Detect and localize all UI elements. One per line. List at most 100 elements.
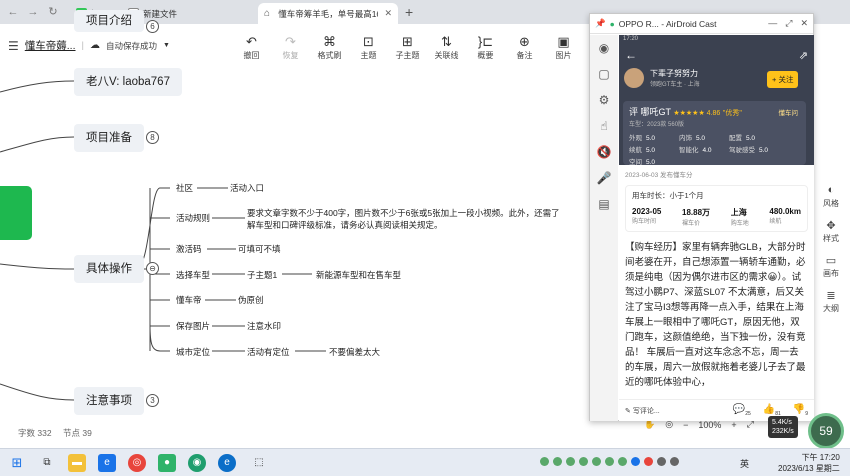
tray-icon[interactable] bbox=[566, 457, 575, 466]
account-icon[interactable]: ◉ bbox=[590, 35, 618, 61]
usage-item: 2023-05 购车时间 bbox=[632, 207, 661, 227]
close-icon[interactable]: ✕ bbox=[800, 18, 808, 29]
mindmap-canvas[interactable]: 项目介绍 6 老八V: laoba767 项目准备 8 具体操作 ⊖ 注意事项 … bbox=[0, 10, 590, 448]
leaf-optional[interactable]: 可填可不填 bbox=[238, 243, 281, 255]
network-icon[interactable] bbox=[670, 457, 679, 466]
mute-icon[interactable]: 🔇 bbox=[590, 139, 618, 165]
capture-icon[interactable]: ⬚ bbox=[250, 454, 268, 472]
score-label: 驾驶感受 bbox=[729, 147, 755, 154]
leaf-watermark[interactable]: 注意水印 bbox=[247, 320, 281, 332]
leaf-subtopic[interactable]: 子主题1 bbox=[247, 269, 277, 281]
cast-sidebar: ◉ ▢ ⚙ ☝ 🔇 🎤 ▤ bbox=[590, 35, 618, 421]
branch-activation-code[interactable]: 激活码 bbox=[176, 243, 202, 255]
airdroid-app-icon[interactable]: ◉ bbox=[188, 454, 206, 472]
review-sub: 车型：2023款 560版 bbox=[629, 122, 685, 128]
leaf-pseudo-original[interactable]: 伪原创 bbox=[238, 294, 264, 306]
task-view-icon[interactable]: ⧉ bbox=[38, 454, 56, 472]
score-value: 5.0 bbox=[759, 147, 769, 154]
touch-icon[interactable]: ☝ bbox=[590, 113, 618, 139]
usage-value: 18.88万 bbox=[682, 208, 711, 217]
tray-icon[interactable] bbox=[540, 457, 549, 466]
phone-screen[interactable]: 17:20 ← ⇗ 下辈子努努力 领跑GT车主 · 上海 + 关注 懂车问 评 哪… bbox=[619, 35, 814, 421]
edge-dev-icon[interactable]: e bbox=[218, 454, 236, 472]
branch-city-location[interactable]: 城市定位 bbox=[176, 346, 210, 358]
style-button[interactable]: ◐ 风格 bbox=[812, 184, 850, 209]
count-badge[interactable]: 8 bbox=[146, 131, 159, 144]
follow-button[interactable]: + 关注 bbox=[767, 71, 799, 88]
back-icon[interactable]: ← bbox=[6, 5, 20, 19]
mic-off-icon[interactable]: 🎤 bbox=[590, 165, 618, 191]
settings-icon[interactable]: ⚙ bbox=[590, 87, 618, 113]
usage-value: 2023-05 bbox=[632, 207, 662, 216]
pin-icon[interactable]: 📌 bbox=[595, 18, 606, 29]
outline-icon: ≣ bbox=[826, 290, 836, 302]
leaf-no-deviation[interactable]: 不要偏差太大 bbox=[329, 346, 380, 358]
document-icon[interactable]: ▤ bbox=[590, 191, 618, 217]
style-icon: ◐ bbox=[827, 184, 835, 196]
collapse-badge[interactable]: ⊖ bbox=[146, 262, 159, 275]
close-tab-icon[interactable]: ✕ bbox=[384, 8, 392, 19]
clock-date: 2023/6/13 星期二 bbox=[778, 464, 840, 473]
fullscreen-icon[interactable]: ⤢ bbox=[785, 18, 792, 29]
right-panel: ◐ 风格 ✥ 样式 ▭ 画布 ≣ 大纲 bbox=[812, 184, 850, 324]
performance-gauge[interactable]: 59 bbox=[808, 413, 844, 449]
clock[interactable]: 下午 17:20 2023/6/13 星期二 bbox=[778, 452, 840, 474]
forward-icon[interactable]: → bbox=[26, 5, 40, 19]
system-tray bbox=[540, 457, 679, 466]
branch-dongchedi[interactable]: 懂车帝 bbox=[176, 294, 202, 306]
usage-item: 480.0km 续航 bbox=[769, 207, 801, 227]
canvas-button[interactable]: ▭ 画布 bbox=[812, 254, 850, 279]
edge-icon[interactable]: e bbox=[98, 454, 116, 472]
tray-icon[interactable] bbox=[579, 457, 588, 466]
leaf-rules-text[interactable]: 要求文章字数不少于400字，图片数不少于6张或5张加上一段小视频。此外，还需了解… bbox=[247, 207, 567, 231]
leaf-activity-entry[interactable]: 活动入口 bbox=[230, 182, 264, 194]
topic-contact[interactable]: 老八V: laoba767 bbox=[74, 68, 182, 96]
usage-title: 用车时长：小于1个月 bbox=[632, 191, 704, 200]
share-icon[interactable]: ⇗ bbox=[799, 49, 808, 62]
topic-preparation[interactable]: 项目准备 bbox=[74, 124, 144, 152]
reload-icon[interactable]: ↻ bbox=[46, 5, 60, 19]
score-value: 5.0 bbox=[646, 147, 656, 154]
topic-operations[interactable]: 具体操作 bbox=[74, 255, 144, 283]
author-profile[interactable]: 下辈子努努力 领跑GT车主 · 上海 bbox=[624, 68, 700, 88]
new-tab-icon[interactable]: + bbox=[405, 4, 413, 20]
branch-save-images[interactable]: 保存图片 bbox=[176, 320, 210, 332]
topic-project-intro[interactable]: 项目介绍 bbox=[74, 10, 144, 32]
tray-icon[interactable] bbox=[631, 457, 640, 466]
format-button[interactable]: ✥ 样式 bbox=[812, 219, 850, 244]
windows-start-icon[interactable]: ⊞ bbox=[8, 454, 26, 472]
tray-icon[interactable] bbox=[644, 457, 653, 466]
file-explorer-icon[interactable]: ▬ bbox=[68, 454, 86, 472]
branch-community[interactable]: 社区 bbox=[176, 182, 193, 194]
outline-button[interactable]: ≣ 大纲 bbox=[812, 289, 850, 314]
zhixi-app-icon[interactable]: ● bbox=[158, 454, 176, 472]
volume-icon[interactable] bbox=[657, 457, 666, 466]
chrome-icon[interactable]: ◎ bbox=[128, 454, 146, 472]
comment-input[interactable]: 写评论... bbox=[633, 406, 660, 416]
tray-icon[interactable] bbox=[618, 457, 627, 466]
leaf-activity-location[interactable]: 活动有定位 bbox=[247, 346, 290, 358]
minimize-icon[interactable]: — bbox=[768, 18, 777, 29]
input-method[interactable]: 英 bbox=[740, 457, 749, 470]
topic-notes[interactable]: 注意事项 bbox=[74, 387, 144, 415]
node-count: 节点 39 bbox=[63, 428, 92, 438]
comment-icon[interactable]: 💬25 bbox=[733, 404, 751, 417]
back-arrow-icon[interactable]: ← bbox=[625, 48, 637, 62]
score-value: 5.0 bbox=[746, 135, 756, 142]
branch-choose-model[interactable]: 选择车型 bbox=[176, 269, 210, 281]
screen-icon[interactable]: ▢ bbox=[590, 61, 618, 87]
tray-icon[interactable] bbox=[592, 457, 601, 466]
tab-active-doc[interactable]: ⌂ 懂车帝筹羊毛，单号最高165+ ✕ bbox=[258, 3, 398, 24]
branch-activity-rules[interactable]: 活动规则 bbox=[176, 212, 210, 224]
count-badge[interactable]: 3 bbox=[146, 394, 159, 407]
zoom-in-icon[interactable]: + bbox=[731, 420, 736, 430]
leaf-new-energy[interactable]: 新能源车型和在售车型 bbox=[316, 269, 401, 281]
score-label: 智能化 bbox=[679, 147, 699, 154]
tray-icon[interactable] bbox=[605, 457, 614, 466]
zoom-out-icon[interactable]: − bbox=[683, 420, 688, 430]
count-badge[interactable]: 6 bbox=[146, 20, 159, 33]
tray-icon[interactable] bbox=[553, 457, 562, 466]
cast-title: OPPO R... - AirDroid Cast bbox=[618, 18, 717, 29]
clock-time: 下午 17:20 bbox=[801, 453, 840, 462]
root-node[interactable] bbox=[0, 186, 32, 240]
